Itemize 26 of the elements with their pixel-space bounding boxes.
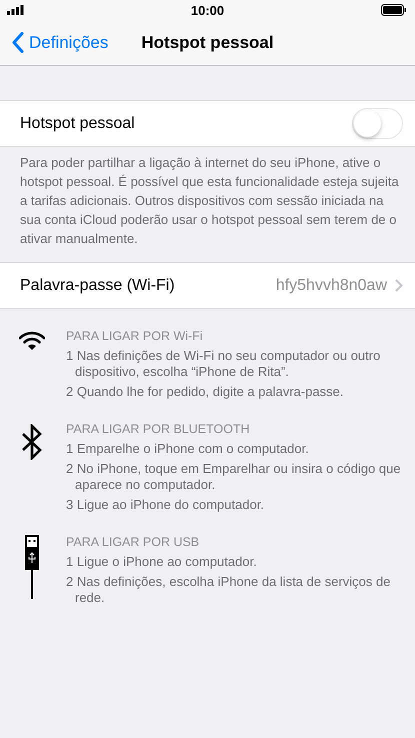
password-row[interactable]: Palavra-passe (Wi-Fi) hfy5hvvh8n0aw	[0, 262, 415, 309]
password-value: hfy5hvvh8n0aw	[276, 276, 387, 294]
battery-icon	[381, 4, 407, 16]
back-chevron-icon	[12, 32, 24, 53]
instruction-step: 2 Quando lhe for pedido, digite a palavra-passe.	[66, 384, 405, 400]
instruction-step: 2 No iPhone, toque em Emparelhar ou insira o código que aparece no computador.	[66, 461, 405, 493]
section-heading: PARA LIGAR POR USB	[66, 535, 200, 549]
footnote: Para poder partilhar a ligação à internet do seu iPhone, ative o hotspot pessoal. É possível que esta funcionalidade esteja sujeita a tarifas adicionais. Outros dispositivos com sessão iniciada na sua conta iCloud poderão usar o hotspot pessoal sem terem de o ativar manualmente.	[19, 154, 400, 248]
section-heading: PARA LIGAR POR BLUETOOTH	[66, 422, 251, 436]
instruction-step: 2 Nas definições, escolha iPhone da lista de serviços de rede.	[66, 574, 405, 606]
toggle-switch[interactable]	[352, 108, 403, 139]
instruction-step: 1 Ligue o iPhone ao computador.	[66, 554, 405, 570]
status-time: 10:00	[190, 2, 224, 18]
instruction-step: 3 Ligue ao iPhone do computador.	[66, 497, 405, 513]
wifi-icon	[19, 331, 45, 350]
usb-cable-icon	[24, 535, 40, 599]
section-heading: PARA LIGAR POR Wi-Fi	[66, 329, 204, 343]
signal-icon	[7, 5, 24, 15]
chevron-icon	[395, 279, 403, 292]
back-button[interactable]: Definições	[0, 32, 108, 53]
instruction-step: 1 Nas definições de Wi-Fi no seu computador ou outro dispositivo, escolha “iPhone de Rita”.	[66, 348, 405, 380]
setting-label: Hotspot pessoal	[20, 114, 135, 132]
bluetooth-icon	[21, 424, 43, 460]
instruction-step: 1 Emparelhe o iPhone com o computador.	[66, 441, 405, 457]
setting-label: Palavra-passe (Wi-Fi)	[20, 276, 175, 294]
nav-title: Hotspot pessoal	[141, 32, 274, 52]
